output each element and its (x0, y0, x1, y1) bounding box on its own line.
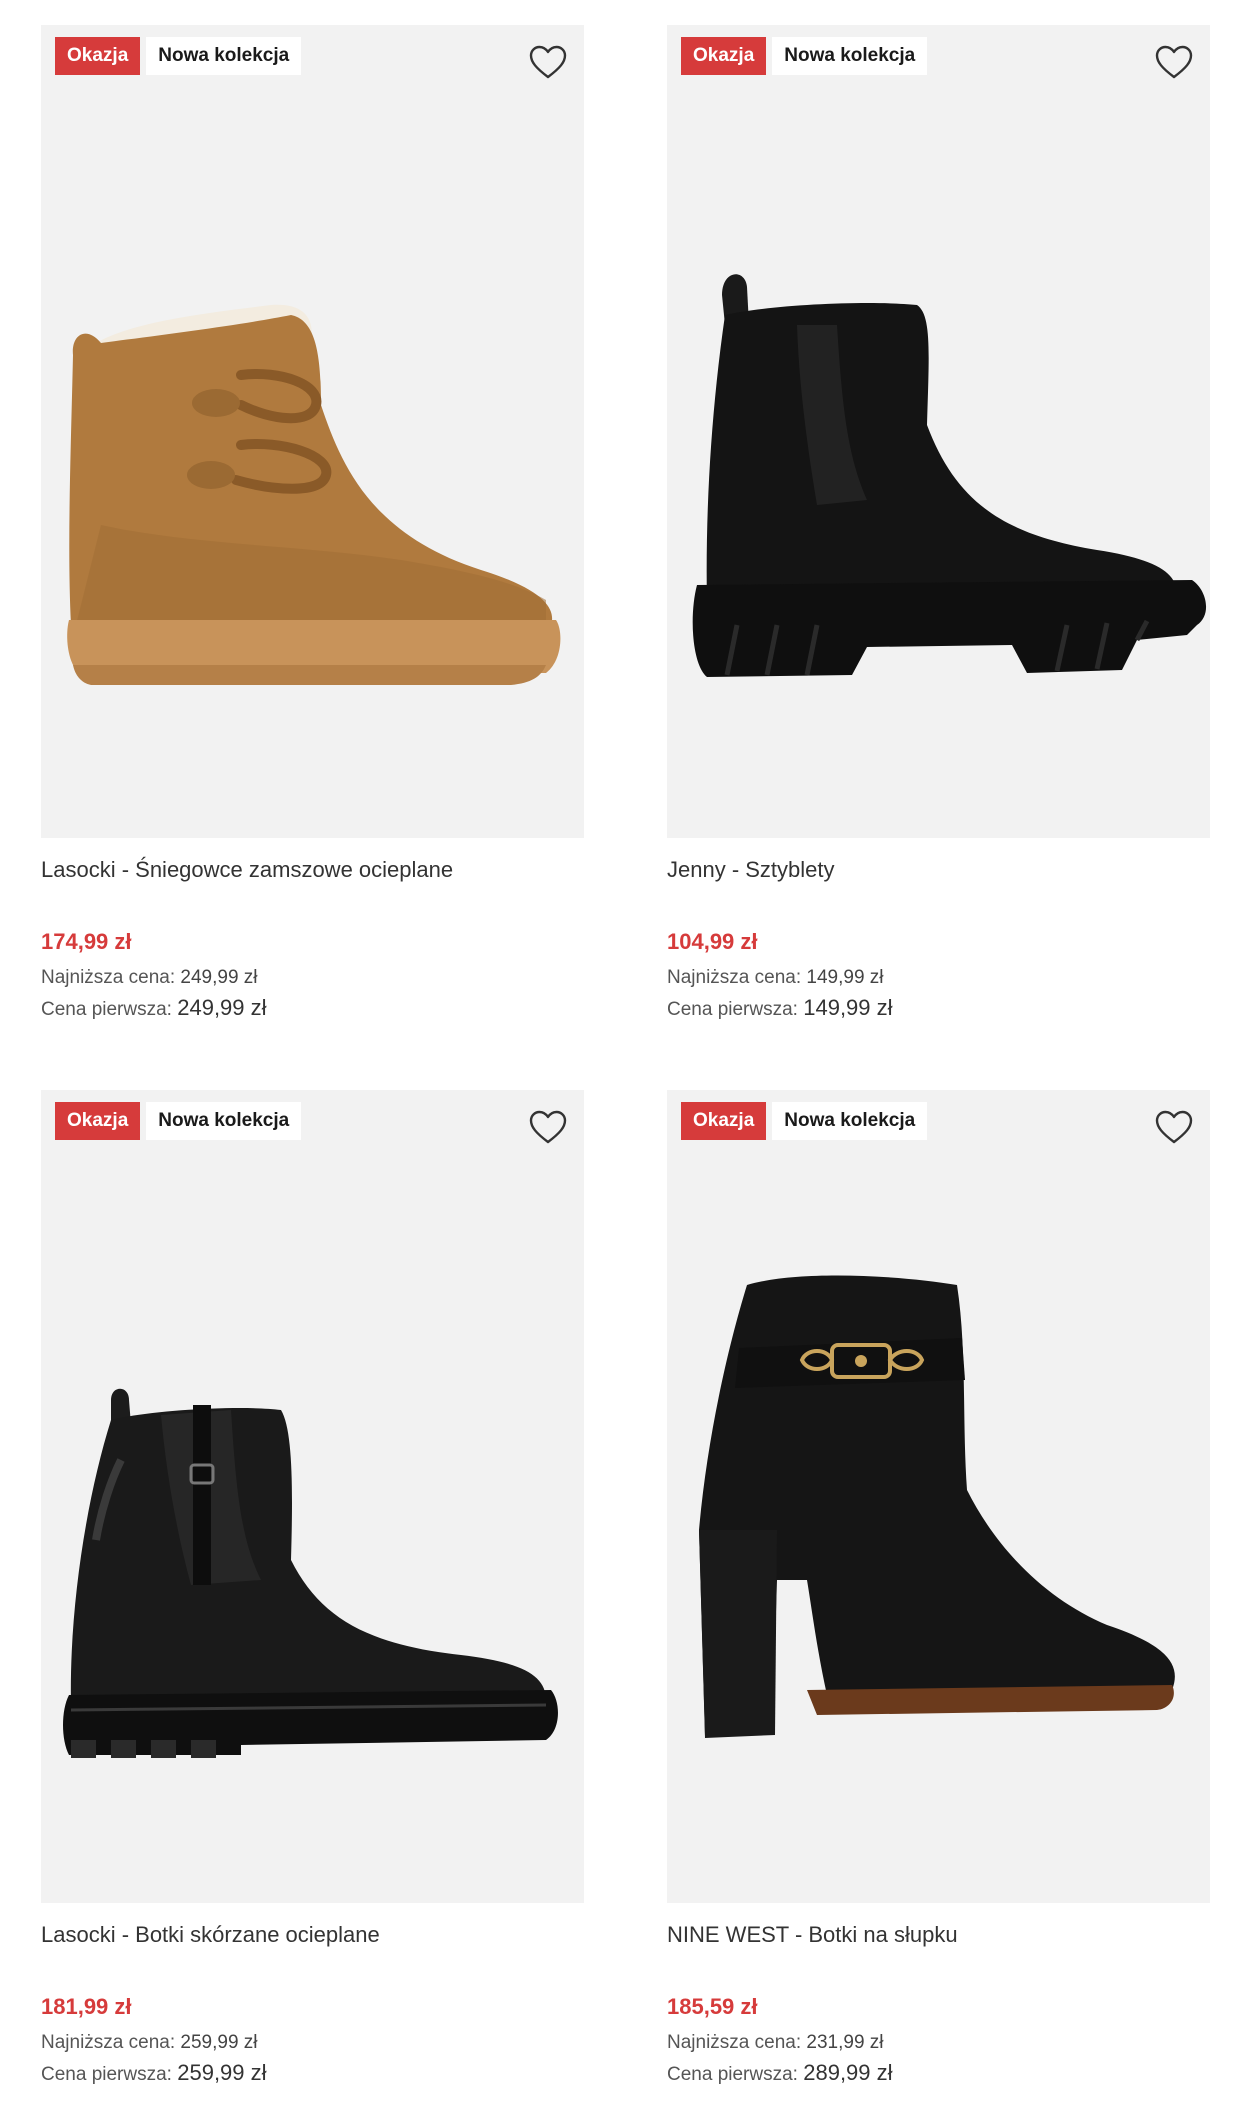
heart-outline-icon[interactable] (528, 43, 568, 83)
product-image-area[interactable]: Okazja Nowa kolekcja (41, 25, 584, 838)
first-price-label: Cena pierwsza: (41, 999, 172, 1020)
lowest-price-label: Najniższa cena: (667, 967, 802, 988)
first-price-row: Cena pierwsza: 149,99 zł (667, 993, 1210, 1025)
first-price-value: 259,99 zł (177, 2060, 267, 2085)
new-collection-badge: Nowa kolekcja (146, 37, 302, 75)
product-card[interactable]: Okazja Nowa kolekcja Lasocki - Śniegowce… (41, 25, 584, 1025)
product-image[interactable] (41, 1090, 584, 1903)
first-price-value: 289,99 zł (803, 2060, 893, 2085)
product-price: 185,59 zł (667, 1994, 758, 2019)
first-price-row: Cena pierwsza: 289,99 zł (667, 2058, 1210, 2090)
product-card[interactable]: Okazja Nowa kolekcja Lasocki - Botki skó… (41, 1090, 584, 2090)
lowest-price-row: Najniższa cena: 249,99 zł (41, 963, 584, 993)
product-image[interactable] (41, 25, 584, 838)
deal-badge: Okazja (55, 37, 141, 75)
product-title[interactable]: Lasocki - Botki skórzane ocieplane (41, 1920, 584, 1950)
first-price-label: Cena pierwsza: (667, 2064, 798, 2085)
heart-outline-icon[interactable] (1154, 43, 1194, 83)
lowest-price-value: 249,99 zł (180, 967, 258, 988)
lowest-price-value: 231,99 zł (806, 2032, 884, 2053)
product-price: 174,99 zł (41, 929, 132, 954)
product-title[interactable]: Jenny - Sztyblety (667, 855, 1210, 885)
product-image-area[interactable]: Okazja Nowa kolekcja (41, 1090, 584, 1903)
first-price-value: 249,99 zł (177, 995, 267, 1020)
product-title[interactable]: NINE WEST - Botki na słupku (667, 1920, 1210, 1950)
product-image-area[interactable]: Okazja Nowa kolekcja (667, 25, 1210, 838)
lowest-price-label: Najniższa cena: (41, 967, 176, 988)
lowest-price-value: 259,99 zł (180, 2032, 258, 2053)
first-price-value: 149,99 zł (803, 995, 893, 1020)
lowest-price-row: Najniższa cena: 231,99 zł (667, 2028, 1210, 2058)
deal-badge: Okazja (55, 1102, 141, 1140)
lowest-price-row: Najniższa cena: 259,99 zł (41, 2028, 584, 2058)
deal-badge: Okazja (681, 1102, 767, 1140)
heart-outline-icon[interactable] (1154, 1108, 1194, 1148)
product-title[interactable]: Lasocki - Śniegowce zamszowe ocieplane (41, 855, 584, 885)
product-card[interactable]: Okazja Nowa kolekcja NINE WEST - Botki n… (667, 1090, 1210, 2090)
product-image-area[interactable]: Okazja Nowa kolekcja (667, 1090, 1210, 1903)
first-price-label: Cena pierwsza: (667, 999, 798, 1020)
lowest-price-value: 149,99 zł (806, 967, 884, 988)
product-image[interactable] (667, 1090, 1210, 1903)
new-collection-badge: Nowa kolekcja (772, 37, 928, 75)
product-image[interactable] (667, 25, 1210, 838)
product-grid: Okazja Nowa kolekcja Lasocki - Śniegowce… (0, 0, 1250, 2123)
lowest-price-row: Najniższa cena: 149,99 zł (667, 963, 1210, 993)
product-card[interactable]: Okazja Nowa kolekcja Jenny - Sztyblety 1… (667, 25, 1210, 1025)
first-price-row: Cena pierwsza: 249,99 zł (41, 993, 584, 1025)
deal-badge: Okazja (681, 37, 767, 75)
first-price-label: Cena pierwsza: (41, 2064, 172, 2085)
heart-outline-icon[interactable] (528, 1108, 568, 1148)
lowest-price-label: Najniższa cena: (667, 2032, 802, 2053)
new-collection-badge: Nowa kolekcja (772, 1102, 928, 1140)
lowest-price-label: Najniższa cena: (41, 2032, 176, 2053)
new-collection-badge: Nowa kolekcja (146, 1102, 302, 1140)
product-price: 104,99 zł (667, 929, 758, 954)
first-price-row: Cena pierwsza: 259,99 zł (41, 2058, 584, 2090)
product-price: 181,99 zł (41, 1994, 132, 2019)
